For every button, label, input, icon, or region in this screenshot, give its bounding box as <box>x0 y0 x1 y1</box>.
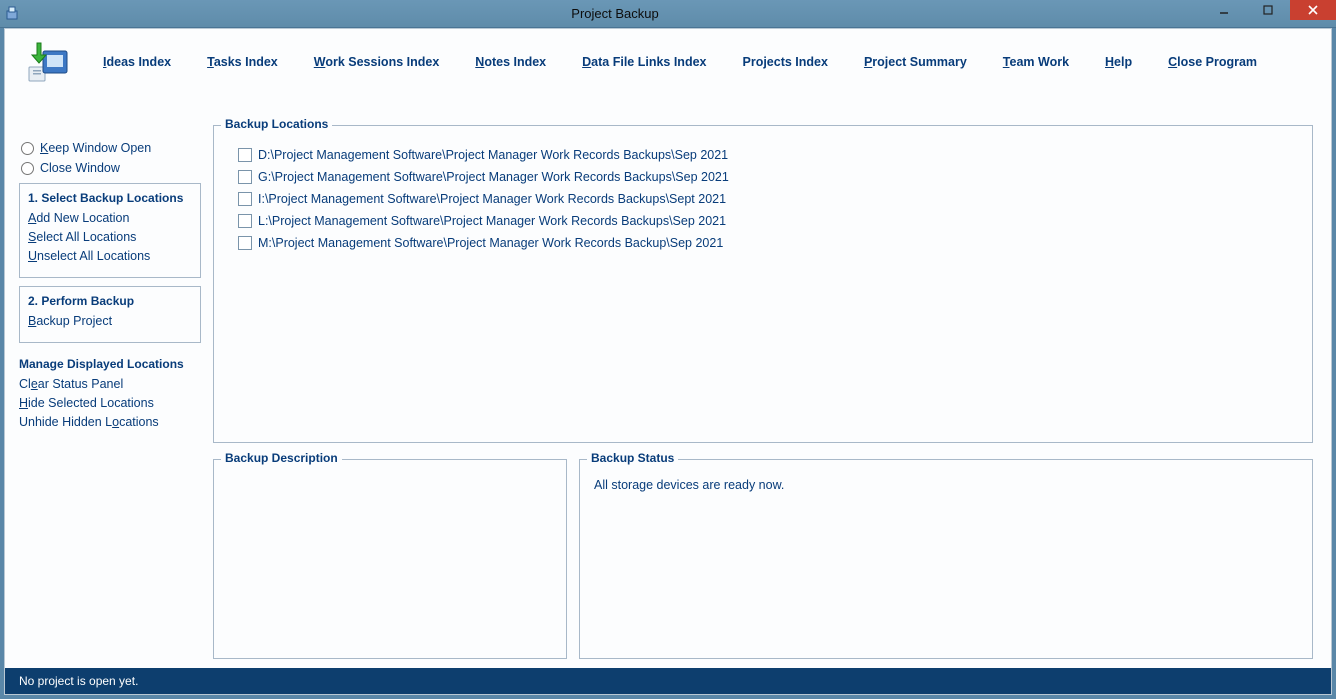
window-body: Ideas Index Tasks Index Work Sessions Inde… <box>4 28 1332 695</box>
backup-location-path: I:\Project Management Software\Project M… <box>258 192 726 206</box>
keep-window-open-radio[interactable]: Keep Window Open <box>19 141 201 155</box>
add-new-location-link[interactable]: Add New Location <box>28 211 192 225</box>
clear-status-panel-link[interactable]: Clear Status Panel <box>19 377 201 391</box>
menu-team-work[interactable]: Team Work <box>1003 55 1069 69</box>
backup-locations-list: D:\Project Management Software\Project M… <box>228 148 1298 250</box>
backup-location-checkbox[interactable] <box>238 214 252 228</box>
backup-description-panel: Backup Description <box>213 459 567 659</box>
menu-notes-index[interactable]: Notes Index <box>475 55 546 69</box>
backup-location-row[interactable]: I:\Project Management Software\Project M… <box>238 192 1298 206</box>
backup-locations-legend: Backup Locations <box>221 117 332 131</box>
statusbar-text: No project is open yet. <box>19 674 138 688</box>
backup-location-checkbox[interactable] <box>238 170 252 184</box>
backup-location-path: M:\Project Management Software\Project M… <box>258 236 723 250</box>
backup-status-message: All storage devices are ready now. <box>594 478 1298 492</box>
menu-tasks-index[interactable]: Tasks Index <box>207 55 278 69</box>
close-window-radio[interactable]: Close Window <box>19 161 201 175</box>
menu-ideas-index[interactable]: Ideas Index <box>103 55 171 69</box>
main-menu: Ideas Index Tasks Index Work Sessions Inde… <box>103 55 1257 69</box>
backup-location-path: L:\Project Management Software\Project M… <box>258 214 726 228</box>
backup-status-legend: Backup Status <box>587 451 678 465</box>
statusbar: No project is open yet. <box>5 668 1331 694</box>
maximize-button[interactable] <box>1246 0 1290 20</box>
select-all-locations-link[interactable]: Select All Locations <box>28 230 192 244</box>
backup-location-row[interactable]: G:\Project Management Software\Project M… <box>238 170 1298 184</box>
backup-status-panel: Backup Status All storage devices are re… <box>579 459 1313 659</box>
window-title: Project Backup <box>28 6 1202 21</box>
select-backup-locations-header: 1. Select Backup Locations <box>28 191 192 205</box>
sidebar: Keep Window Open Close Window 1. Select … <box>19 141 201 434</box>
keep-window-open-label: eep Window Open <box>48 141 151 155</box>
close-button[interactable] <box>1290 0 1336 20</box>
keep-window-open-radio-input[interactable] <box>21 142 34 155</box>
backup-project-link[interactable]: Backup Project <box>28 314 192 328</box>
perform-backup-header: 2. Perform Backup <box>28 294 192 308</box>
manage-locations-block: Manage Displayed Locations Clear Status … <box>19 357 201 429</box>
menu-project-summary[interactable]: Project Summary <box>864 55 967 69</box>
app-small-icon <box>6 6 22 22</box>
backup-location-row[interactable]: L:\Project Management Software\Project M… <box>238 214 1298 228</box>
toolbar: Ideas Index Tasks Index Work Sessions Inde… <box>5 29 1331 95</box>
backup-icon <box>23 37 73 87</box>
main-area: Backup Locations D:\Project Management S… <box>213 125 1313 658</box>
titlebar: Project Backup <box>0 0 1336 28</box>
backup-location-checkbox[interactable] <box>238 148 252 162</box>
backup-description-legend: Backup Description <box>221 451 342 465</box>
backup-location-row[interactable]: M:\Project Management Software\Project M… <box>238 236 1298 250</box>
unhide-hidden-locations-link[interactable]: Unhide Hidden Locations <box>19 415 201 429</box>
perform-backup-group: 2. Perform Backup Backup Project <box>19 286 201 343</box>
manage-locations-header: Manage Displayed Locations <box>19 357 201 371</box>
menu-projects-index[interactable]: Projects Index <box>743 55 828 69</box>
backup-location-row[interactable]: D:\Project Management Software\Project M… <box>238 148 1298 162</box>
close-window-label: Close Window <box>40 161 120 175</box>
hide-selected-locations-link[interactable]: Hide Selected Locations <box>19 396 201 410</box>
select-backup-locations-group: 1. Select Backup Locations Add New Locat… <box>19 183 201 278</box>
window-controls <box>1202 0 1336 27</box>
close-window-radio-input[interactable] <box>21 162 34 175</box>
backup-locations-panel: Backup Locations D:\Project Management S… <box>213 125 1313 443</box>
menu-data-file-links-index[interactable]: Data File Links Index <box>582 55 706 69</box>
backup-location-checkbox[interactable] <box>238 236 252 250</box>
minimize-button[interactable] <box>1202 0 1246 20</box>
unselect-all-locations-link[interactable]: Unselect All Locations <box>28 249 192 263</box>
menu-work-sessions-index[interactable]: Work Sessions Index <box>314 55 440 69</box>
menu-close-program[interactable]: Close Program <box>1168 55 1257 69</box>
content-area: Keep Window Open Close Window 1. Select … <box>5 125 1331 668</box>
backup-location-checkbox[interactable] <box>238 192 252 206</box>
menu-help[interactable]: Help <box>1105 55 1132 69</box>
backup-location-path: G:\Project Management Software\Project M… <box>258 170 729 184</box>
backup-location-path: D:\Project Management Software\Project M… <box>258 148 728 162</box>
